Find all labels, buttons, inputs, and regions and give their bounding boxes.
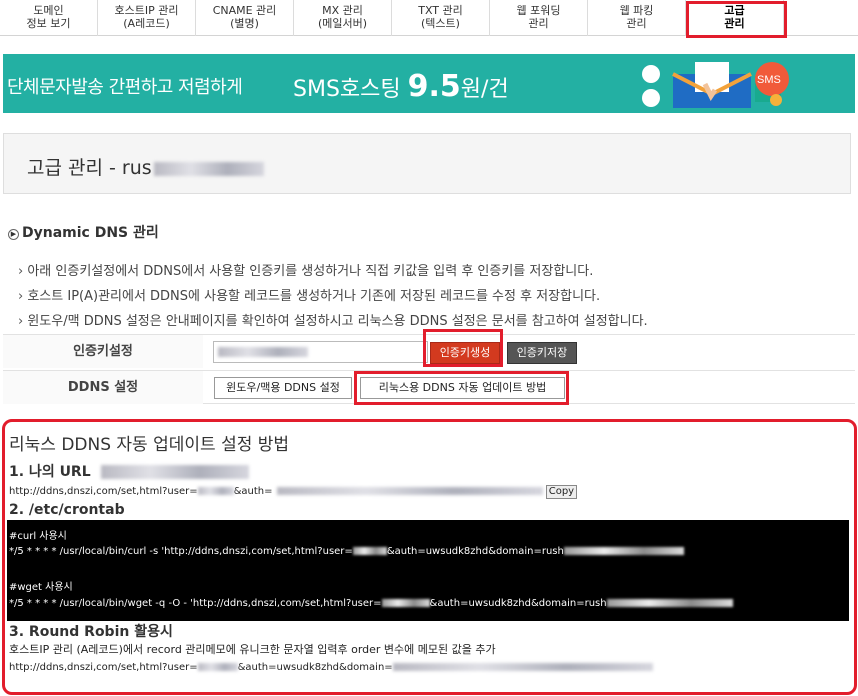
wget-comment: #wget 사용시 bbox=[9, 582, 73, 593]
my-url-text: http://ddns,dnszi,com/set,html?user= &aut… bbox=[9, 485, 578, 499]
tab-mx[interactable]: MX 관리 (메일서버) bbox=[294, 0, 392, 36]
wget-command: */5 * * * * /usr/local/bin/wget -q -O - … bbox=[9, 598, 733, 609]
arrow-bullet-icon: ▶ bbox=[8, 229, 19, 240]
round-robin-text: 호스트IP 관리 (A레코드)에서 record 관리메모에 유니크한 문자열 … bbox=[9, 643, 496, 656]
auth-key-input[interactable] bbox=[213, 341, 428, 363]
tab-advanced[interactable]: 고급 관리 bbox=[686, 0, 784, 36]
section-title: ▶ Dynamic DNS 관리 bbox=[8, 222, 159, 242]
curl-comment: #curl 사용시 bbox=[9, 531, 67, 542]
tab-web-forwarding[interactable]: 웹 포워딩 관리 bbox=[490, 0, 588, 36]
tab-cname[interactable]: CNAME 관리 (별명) bbox=[196, 0, 294, 36]
banner-price: SMS호스팅 9.5원/건 bbox=[293, 69, 509, 104]
tab-bar: 도메인 정보 보기 호스트IP 관리 (A레코드) CNAME 관리 (별명) … bbox=[0, 0, 858, 36]
banner-text: 단체문자발송 간편하고 저렴하게 bbox=[7, 77, 243, 98]
tab-host-ip[interactable]: 호스트IP 관리 (A레코드) bbox=[98, 0, 196, 36]
tab-txt[interactable]: TXT 관리 (텍스트) bbox=[392, 0, 490, 36]
my-url-heading: 1. 나의 URL bbox=[9, 461, 249, 481]
copy-url-button[interactable]: Copy bbox=[545, 485, 578, 499]
description-line: 윈도우/맥 DDNS 설정은 안내페이지를 확인하여 설정하시고 리눅스용 DD… bbox=[18, 310, 647, 329]
description-line: 호스트 IP(A)관리에서 DDNS에 사용할 레코드를 생성하거나 기존에 저… bbox=[18, 285, 600, 304]
round-robin-url: http://ddns,dnszi,com/set,html?user= &aut… bbox=[9, 662, 653, 673]
tab-web-parking[interactable]: 웹 파킹 관리 bbox=[588, 0, 686, 36]
description-line: 아래 인증키설정에서 DDNS에서 사용할 인증키를 생성하거나 직접 키값을 … bbox=[18, 260, 593, 279]
sms-banner[interactable]: 단체문자발송 간편하고 저렴하게 SMS호스팅 9.5원/건 SMS bbox=[3, 54, 855, 113]
auth-key-row: 인증키설정 인증키생성 인증키저장 bbox=[3, 334, 855, 368]
round-robin-heading: 3. Round Robin 활용시 bbox=[9, 624, 173, 640]
page-title-box: 고급 관리 - rus bbox=[3, 133, 851, 194]
linux-ddns-button[interactable]: 리눅스용 DDNS 자동 업데이트 방법 bbox=[360, 377, 565, 399]
crontab-heading: 2. /etc/crontab bbox=[9, 502, 125, 518]
guide-title: 리눅스 DDNS 자동 업데이트 설정 방법 bbox=[9, 435, 290, 455]
page-title: 고급 관리 - rus bbox=[27, 153, 264, 180]
windows-mac-ddns-button[interactable]: 윈도우/맥용 DDNS 설정 bbox=[214, 377, 352, 399]
tab-domain-info[interactable]: 도메인 정보 보기 bbox=[0, 0, 98, 36]
auth-key-label: 인증키설정 bbox=[3, 335, 203, 368]
sms-illustration-icon: SMS bbox=[642, 62, 789, 108]
crontab-code-block: #curl 사용시 */5 * * * * /usr/local/bin/cur… bbox=[7, 520, 849, 621]
generate-key-button[interactable]: 인증키생성 bbox=[430, 342, 500, 364]
ddns-row: DDNS 설정 윈도우/맥용 DDNS 설정 리눅스용 DDNS 자동 업데이트… bbox=[3, 370, 855, 404]
ddns-label: DDNS 설정 bbox=[3, 371, 203, 404]
curl-command: */5 * * * * /usr/local/bin/curl -s 'http… bbox=[9, 546, 684, 557]
save-key-button[interactable]: 인증키저장 bbox=[507, 342, 577, 364]
sms-badge-text: SMS bbox=[757, 74, 781, 86]
